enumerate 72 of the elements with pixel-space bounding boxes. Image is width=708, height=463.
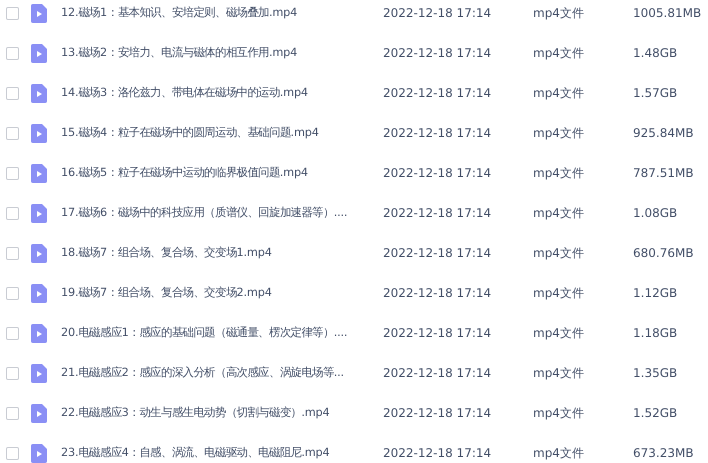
checkbox[interactable] xyxy=(6,446,19,460)
file-name: 13.磁场2：安培力、电流与磁体的相互作用.mp4 xyxy=(61,44,298,61)
modified-date: 2022-12-18 17:14 xyxy=(383,445,492,462)
checkbox[interactable] xyxy=(6,126,19,140)
file-size: 1.12GB xyxy=(633,285,678,302)
file-name: 16.磁场5：粒子在磁场中运动的临界极值问题.mp4 xyxy=(61,164,309,181)
file-type: mp4文件 xyxy=(533,165,585,182)
checkbox[interactable] xyxy=(6,326,19,340)
file-size: 673.23MB xyxy=(633,445,694,462)
file-type: mp4文件 xyxy=(533,45,585,62)
video-file-icon xyxy=(31,444,47,462)
checkbox[interactable] xyxy=(6,246,19,260)
video-file-icon xyxy=(31,124,47,142)
video-file-icon xyxy=(31,244,47,262)
file-size: 1.35GB xyxy=(633,365,678,382)
file-name: 12.磁场1：基本知识、安培定则、磁场叠加.mp4 xyxy=(61,4,298,21)
modified-date: 2022-12-18 17:14 xyxy=(383,45,492,62)
file-type: mp4文件 xyxy=(533,245,585,262)
file-type: mp4文件 xyxy=(533,285,585,302)
file-size: 1.48GB xyxy=(633,45,678,62)
file-name: 23.电磁感应4：自感、涡流、电磁驱动、电磁阻尼.mp4 xyxy=(61,444,331,461)
modified-date: 2022-12-18 17:14 xyxy=(383,5,492,22)
file-name: 21.电磁感应2：感应的深入分析（高次感应、涡旋电场等... xyxy=(61,364,345,381)
modified-date: 2022-12-18 17:14 xyxy=(383,365,492,382)
checkbox[interactable] xyxy=(6,206,19,220)
file-type: mp4文件 xyxy=(533,85,585,102)
checkbox[interactable] xyxy=(6,406,19,420)
file-size: 1.52GB xyxy=(633,405,678,422)
modified-date: 2022-12-18 17:14 xyxy=(383,325,492,342)
file-type: mp4文件 xyxy=(533,5,585,22)
modified-date: 2022-12-18 17:14 xyxy=(383,165,492,182)
file-type: mp4文件 xyxy=(533,125,585,142)
checkbox[interactable] xyxy=(6,46,19,60)
file-size: 1.18GB xyxy=(633,325,678,342)
file-type: mp4文件 xyxy=(533,325,585,342)
modified-date: 2022-12-18 17:14 xyxy=(383,85,492,102)
file-size: 1005.81MB xyxy=(633,5,702,22)
file-size: 680.76MB xyxy=(633,245,694,262)
checkbox[interactable] xyxy=(6,366,19,380)
video-file-icon xyxy=(31,44,47,62)
file-name: 15.磁场4：粒子在磁场中的圆周运动、基础问题.mp4 xyxy=(61,124,320,141)
modified-date: 2022-12-18 17:14 xyxy=(383,205,492,222)
file-name: 14.磁场3：洛伦兹力、带电体在磁场中的运动.mp4 xyxy=(61,84,309,101)
video-file-icon xyxy=(31,4,47,22)
modified-date: 2022-12-18 17:14 xyxy=(383,245,492,262)
video-file-icon xyxy=(31,204,47,222)
modified-date: 2022-12-18 17:14 xyxy=(383,125,492,142)
checkbox[interactable] xyxy=(6,166,19,180)
video-file-icon xyxy=(31,164,47,182)
file-type: mp4文件 xyxy=(533,445,585,462)
video-file-icon xyxy=(31,404,47,422)
file-name: 17.磁场6：磁场中的科技应用（质谱仪、回旋加速器等）.... xyxy=(61,204,348,221)
file-size: 1.08GB xyxy=(633,205,678,222)
video-file-icon xyxy=(31,284,47,302)
file-type: mp4文件 xyxy=(533,405,585,422)
file-size: 925.84MB xyxy=(633,125,694,142)
file-type: mp4文件 xyxy=(533,365,585,382)
video-file-icon xyxy=(31,364,47,382)
modified-date: 2022-12-18 17:14 xyxy=(383,405,492,422)
file-name: 18.磁场7：组合场、复合场、交变场1.mp4 xyxy=(61,244,273,261)
checkbox[interactable] xyxy=(6,6,19,20)
file-type: mp4文件 xyxy=(533,205,585,222)
file-name: 22.电磁感应3：动生与感生电动势（切割与磁变）.mp4 xyxy=(61,404,331,421)
video-file-icon xyxy=(31,324,47,342)
file-size: 1.57GB xyxy=(633,85,678,102)
file-name: 20.电磁感应1：感应的基础问题（磁通量、楞次定律等）.... xyxy=(61,324,348,341)
file-name: 19.磁场7：组合场、复合场、交变场2.mp4 xyxy=(61,284,273,301)
checkbox[interactable] xyxy=(6,286,19,300)
file-size: 787.51MB xyxy=(633,165,694,182)
video-file-icon xyxy=(31,84,47,102)
checkbox[interactable] xyxy=(6,86,19,100)
modified-date: 2022-12-18 17:14 xyxy=(383,285,492,302)
